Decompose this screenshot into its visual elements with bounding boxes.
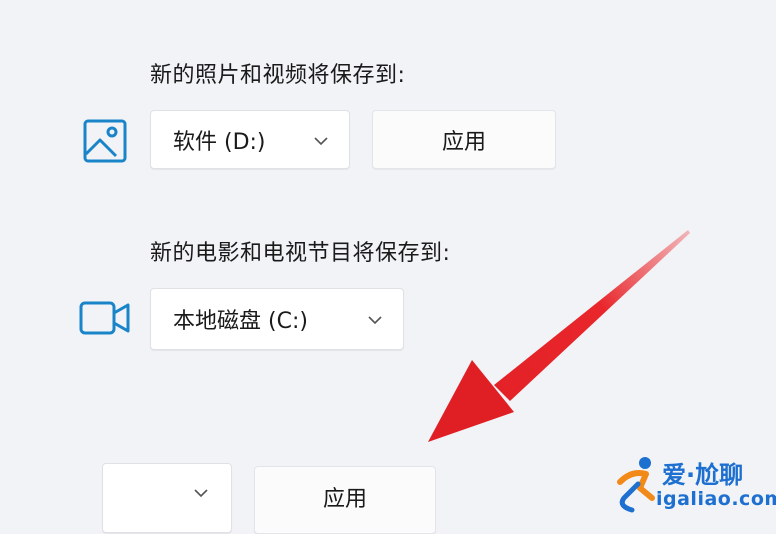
photos-save-location-label: 新的照片和视频将保存到: [150,63,406,88]
image-icon [82,118,128,168]
chevron-down-icon [367,312,383,331]
bottom-drive-dropdown[interactable] [102,463,232,533]
photos-apply-button[interactable]: 应用 [372,110,556,169]
chevron-down-icon [193,485,209,504]
video-camera-icon [78,298,132,342]
movies-drive-value: 本地磁盘 (C:) [173,309,308,334]
watermark-url: igaliao.com [656,488,776,510]
watermark-title: 爱·尬聊 [662,461,744,489]
watermark-logo: 爱·尬聊 igaliao.com [612,452,776,518]
movies-save-location-label: 新的电影和电视节目将保存到: [150,241,451,266]
photos-drive-value: 软件 (D:) [173,129,266,155]
movies-drive-dropdown[interactable]: 本地磁盘 (C:) [150,288,404,350]
photos-drive-dropdown[interactable]: 软件 (D:) [150,110,350,169]
runner-logo-icon [617,457,655,513]
chevron-down-icon [313,133,329,152]
